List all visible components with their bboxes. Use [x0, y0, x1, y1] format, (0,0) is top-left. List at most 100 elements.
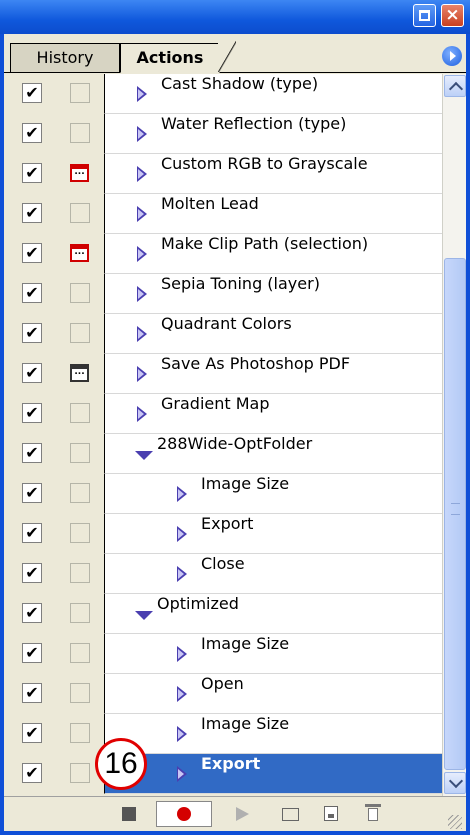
record-button[interactable]: [156, 801, 212, 827]
action-row[interactable]: ✔... Save As Photoshop PDF: [4, 354, 442, 394]
action-step-row[interactable]: ✔ Export: [4, 754, 442, 794]
minimize-button[interactable]: [413, 4, 436, 27]
include-checkbox[interactable]: ✔: [22, 443, 42, 463]
dialog-toggle-empty[interactable]: [70, 523, 90, 543]
action-row[interactable]: ✔ Cast Shadow (type): [4, 74, 442, 114]
action-step-row[interactable]: ✔ Export: [4, 514, 442, 554]
dialog-toggle-empty[interactable]: [70, 83, 90, 103]
action-step-row[interactable]: ✔ Open: [4, 674, 442, 714]
action-cell[interactable]: Image Size: [104, 634, 442, 674]
dialog-toggle-empty[interactable]: [70, 483, 90, 503]
action-row[interactable]: ✔ Molten Lead: [4, 194, 442, 234]
include-checkbox[interactable]: ✔: [22, 283, 42, 303]
include-checkbox[interactable]: ✔: [22, 483, 42, 503]
dialog-toggle-icon[interactable]: ...: [70, 364, 89, 382]
action-cell[interactable]: Save As Photoshop PDF: [104, 354, 442, 394]
action-cell[interactable]: Export: [104, 514, 442, 554]
collapsed-triangle-icon[interactable]: [137, 246, 147, 262]
collapsed-triangle-icon[interactable]: [177, 726, 187, 742]
vertical-scrollbar[interactable]: [442, 74, 466, 796]
dialog-toggle-empty[interactable]: [70, 683, 90, 703]
action-row[interactable]: ✔ Quadrant Colors: [4, 314, 442, 354]
action-cell[interactable]: Cast Shadow (type): [104, 74, 442, 114]
dialog-toggle-empty[interactable]: [70, 643, 90, 663]
include-checkbox[interactable]: ✔: [22, 83, 42, 103]
include-checkbox[interactable]: ✔: [22, 683, 42, 703]
collapsed-triangle-icon[interactable]: [177, 766, 187, 782]
dialog-toggle-empty[interactable]: [70, 723, 90, 743]
action-set-row[interactable]: ✔ 288Wide-OptFolder: [4, 434, 442, 474]
collapsed-triangle-icon[interactable]: [177, 566, 187, 582]
collapsed-triangle-icon[interactable]: [137, 86, 147, 102]
collapsed-triangle-icon[interactable]: [137, 166, 147, 182]
action-row[interactable]: ✔ Sepia Toning (layer): [4, 274, 442, 314]
include-checkbox[interactable]: ✔: [22, 723, 42, 743]
action-cell[interactable]: Molten Lead: [104, 194, 442, 234]
action-cell[interactable]: Optimized: [104, 594, 442, 634]
dialog-toggle-empty[interactable]: [70, 283, 90, 303]
action-cell[interactable]: Export: [104, 754, 442, 794]
dialog-toggle-empty[interactable]: [70, 123, 90, 143]
action-step-row[interactable]: ✔ Image Size: [4, 714, 442, 754]
action-set-row[interactable]: ✔ Optimized: [4, 594, 442, 634]
dialog-toggle-empty[interactable]: [70, 323, 90, 343]
include-checkbox[interactable]: ✔: [22, 563, 42, 583]
dialog-toggle-empty[interactable]: [70, 563, 90, 583]
collapsed-triangle-icon[interactable]: [137, 206, 147, 222]
dialog-toggle-empty[interactable]: [70, 603, 90, 623]
action-cell[interactable]: Close: [104, 554, 442, 594]
resize-grip[interactable]: [448, 815, 462, 829]
scroll-thumb[interactable]: [444, 258, 466, 770]
include-checkbox[interactable]: ✔: [22, 203, 42, 223]
include-checkbox[interactable]: ✔: [22, 323, 42, 343]
tab-history[interactable]: History: [10, 43, 120, 73]
include-checkbox[interactable]: ✔: [22, 523, 42, 543]
action-cell[interactable]: Sepia Toning (layer): [104, 274, 442, 314]
collapsed-triangle-icon[interactable]: [177, 526, 187, 542]
scroll-up-button[interactable]: [444, 75, 466, 97]
dialog-toggle-empty[interactable]: [70, 763, 90, 783]
action-cell[interactable]: Quadrant Colors: [104, 314, 442, 354]
action-row[interactable]: ✔ Gradient Map: [4, 394, 442, 434]
dialog-toggle-empty[interactable]: [70, 403, 90, 423]
include-checkbox[interactable]: ✔: [22, 403, 42, 423]
tab-actions[interactable]: Actions: [120, 43, 220, 73]
dialog-toggle-icon[interactable]: ...: [70, 244, 89, 262]
include-checkbox[interactable]: ✔: [22, 123, 42, 143]
action-cell[interactable]: Open: [104, 674, 442, 714]
scroll-down-button[interactable]: [444, 772, 466, 794]
include-checkbox[interactable]: ✔: [22, 243, 42, 263]
action-step-row[interactable]: ✔ Image Size: [4, 634, 442, 674]
stop-button[interactable]: [122, 807, 136, 821]
title-bar[interactable]: ×: [0, 0, 470, 34]
dialog-toggle-icon[interactable]: ...: [70, 164, 89, 182]
action-row[interactable]: ✔... Make Clip Path (selection): [4, 234, 442, 274]
collapsed-triangle-icon[interactable]: [137, 326, 147, 342]
close-button[interactable]: ×: [441, 4, 464, 27]
action-cell[interactable]: Image Size: [104, 714, 442, 754]
dialog-toggle-empty[interactable]: [70, 443, 90, 463]
collapsed-triangle-icon[interactable]: [137, 406, 147, 422]
action-cell[interactable]: Gradient Map: [104, 394, 442, 434]
include-checkbox[interactable]: ✔: [22, 603, 42, 623]
collapsed-triangle-icon[interactable]: [177, 686, 187, 702]
panel-menu-button[interactable]: [442, 46, 462, 66]
new-set-button[interactable]: [282, 808, 299, 821]
delete-button[interactable]: [365, 804, 381, 822]
expanded-triangle-icon[interactable]: [135, 451, 153, 460]
action-cell[interactable]: 288Wide-OptFolder: [104, 434, 442, 474]
collapsed-triangle-icon[interactable]: [137, 286, 147, 302]
action-cell[interactable]: Image Size: [104, 474, 442, 514]
action-step-row[interactable]: ✔ Close: [4, 554, 442, 594]
action-row[interactable]: ✔... Custom RGB to Grayscale: [4, 154, 442, 194]
action-step-row[interactable]: ✔ Image Size: [4, 474, 442, 514]
play-button[interactable]: [236, 807, 249, 821]
include-checkbox[interactable]: ✔: [22, 363, 42, 383]
collapsed-triangle-icon[interactable]: [177, 646, 187, 662]
new-action-button[interactable]: [324, 806, 338, 821]
action-cell[interactable]: Custom RGB to Grayscale: [104, 154, 442, 194]
dialog-toggle-empty[interactable]: [70, 203, 90, 223]
include-checkbox[interactable]: ✔: [22, 643, 42, 663]
action-row[interactable]: ✔ Water Reflection (type): [4, 114, 442, 154]
include-checkbox[interactable]: ✔: [22, 763, 42, 783]
